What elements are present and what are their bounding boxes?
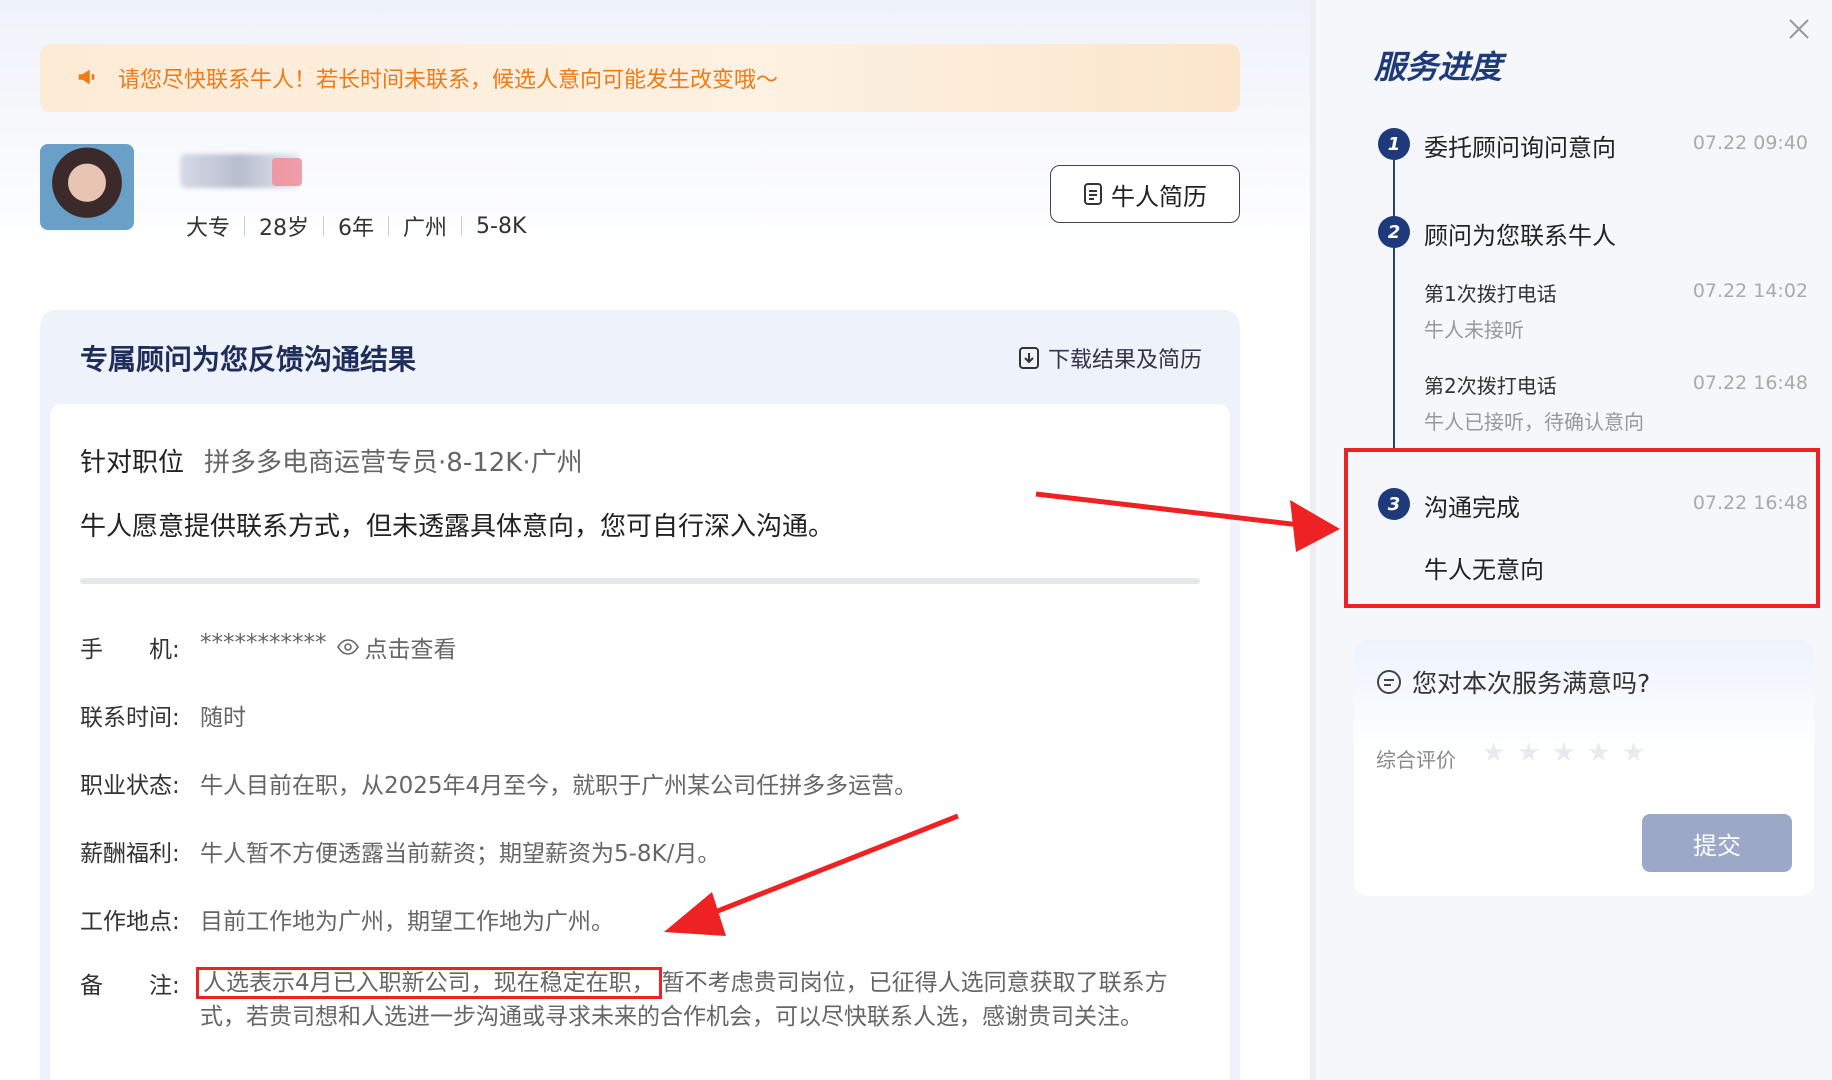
star-icon[interactable]: ★ <box>1552 740 1578 766</box>
candidate-meta: 大专 28岁 6年 广州 5-8K <box>186 210 526 242</box>
phone-row: 手 机: *********** 点击查看 <box>80 630 457 664</box>
salary-label: 薪酬福利: <box>80 841 180 867</box>
close-icon[interactable] <box>1784 14 1814 44</box>
reveal-phone-button[interactable]: 点击查看 <box>336 630 457 664</box>
star-icon[interactable]: ★ <box>1517 740 1543 766</box>
survey-question: 您对本次服务满意吗? <box>1376 664 1650 700</box>
feedback-summary: 牛人愿意提供联系方式，但未透露具体意向，您可自行深入沟通。 <box>80 512 835 542</box>
star-icon[interactable]: ★ <box>1622 740 1648 766</box>
phone-label: 手 机: <box>80 637 180 663</box>
note-highlight: 人选表示4月已入职新公司，现在稳定在职， <box>196 967 662 999</box>
megaphone-icon <box>78 69 95 85</box>
feedback-card: 专属顾问为您反馈沟通结果 下载结果及简历 针对职位 拼多多电商运营专员·8-12K… <box>40 310 1240 1080</box>
target-position: 针对职位 拼多多电商运营专员·8-12K·广州 <box>80 442 583 479</box>
download-icon <box>1018 347 1039 369</box>
divider <box>80 578 1200 584</box>
sub-step-title: 第2次拨打电话 <box>1424 374 1557 398</box>
reminder-banner: 请您尽快联系牛人！若长时间未联系，候选人意向可能发生改变哦～ <box>40 44 1240 112</box>
reveal-phone-label: 点击查看 <box>364 637 457 663</box>
contact-time-value: 随时 <box>200 705 246 731</box>
meta-divider <box>323 216 325 236</box>
star-icon[interactable]: ★ <box>1482 740 1508 766</box>
position-label: 针对职位 <box>80 448 185 478</box>
position-value: 拼多多电商运营专员·8-12K·广州 <box>204 448 583 478</box>
download-label: 下载结果及简历 <box>1047 348 1202 373</box>
sub-step-desc: 牛人已接听，待确认意向 <box>1424 410 1644 434</box>
contact-time-label: 联系时间: <box>80 705 180 731</box>
phone-value: *********** <box>200 630 327 656</box>
star-icon[interactable]: ★ <box>1587 740 1613 766</box>
step-title: 顾问为您联系牛人 <box>1424 222 1616 250</box>
meta-divider <box>244 216 246 236</box>
resume-button-label: 牛人简历 <box>1111 182 1207 211</box>
career-status-row: 职业状态: 牛人目前在职，从2025年4月至今，就职于广州某公司任拼多多运营。 <box>80 766 917 800</box>
satisfaction-survey: 您对本次服务满意吗? 综合评价 ★ ★ ★ ★ ★ 提交 <box>1354 640 1814 896</box>
service-progress-panel: 服务进度 1 委托顾问询问意向 07.22 09:40 2 顾问为您联系牛人 第… <box>1316 0 1832 1080</box>
note-label: 备 注: <box>80 973 180 999</box>
career-status-value: 牛人目前在职，从2025年4月至今，就职于广州某公司任拼多多运营。 <box>200 773 918 799</box>
progress-title: 服务进度 <box>1374 42 1503 88</box>
survey-question-text: 您对本次服务满意吗? <box>1412 669 1651 698</box>
note-row: 备 注: 人选表示4月已入职新公司，现在稳定在职， 暂不考虑贵司岗位，已征得人选同… <box>80 966 1210 1034</box>
feedback-body: 针对职位 拼多多电商运营专员·8-12K·广州 牛人愿意提供联系方式，但未透露具体… <box>50 404 1230 1080</box>
submit-button[interactable]: 提交 <box>1642 814 1792 872</box>
timeline-line <box>1393 160 1395 450</box>
step-number: 3 <box>1378 488 1410 520</box>
sub-step-desc: 牛人未接听 <box>1424 318 1524 342</box>
candidate-tag <box>272 158 302 186</box>
sub-step-time: 07.22 16:48 <box>1692 372 1808 394</box>
highlight-box <box>1344 448 1820 608</box>
contact-time-row: 联系时间: 随时 <box>80 698 246 732</box>
salary-row: 薪酬福利: 牛人暂不方便透露当前薪资；期望薪资为5-8K/月。 <box>80 834 720 868</box>
document-icon <box>1084 183 1102 205</box>
star-rating[interactable]: ★ ★ ★ ★ ★ <box>1482 740 1657 766</box>
note-value: 人选表示4月已入职新公司，现在稳定在职， 暂不考虑贵司岗位，已征得人选同意获取了联… <box>196 966 1210 1034</box>
eye-icon <box>336 639 359 655</box>
step-title: 委托顾问询问意向 <box>1424 134 1616 162</box>
sub-step-time: 07.22 14:02 <box>1692 280 1808 302</box>
feedback-title: 专属顾问为您反馈沟通结果 <box>80 343 417 376</box>
location-label: 工作地点: <box>80 909 180 935</box>
download-link[interactable]: 下载结果及简历 <box>1018 342 1202 374</box>
step-result: 牛人无意向 <box>1424 556 1544 584</box>
career-status-label: 职业状态: <box>80 773 180 799</box>
step-time: 07.22 09:40 <box>1692 132 1808 154</box>
meta-city: 广州 <box>403 216 448 241</box>
chat-icon <box>1377 670 1401 694</box>
salary-value: 牛人暂不方便透露当前薪资；期望薪资为5-8K/月。 <box>200 841 721 867</box>
step-time: 07.22 16:48 <box>1692 492 1808 514</box>
meta-salary: 5-8K <box>476 213 527 239</box>
location-row: 工作地点: 目前工作地为广州，期望工作地为广州。 <box>80 902 614 936</box>
step-number: 2 <box>1378 216 1410 248</box>
rating-label: 综合评价 <box>1376 748 1456 772</box>
meta-divider <box>388 216 390 236</box>
resume-button[interactable]: 牛人简历 <box>1050 165 1240 223</box>
step-number: 1 <box>1378 128 1410 160</box>
location-value: 目前工作地为广州，期望工作地为广州。 <box>200 909 614 935</box>
sub-step-title: 第1次拨打电话 <box>1424 282 1557 306</box>
meta-education: 大专 <box>186 216 231 241</box>
banner-text: 请您尽快联系牛人！若长时间未联系，候选人意向可能发生改变哦～ <box>118 68 779 93</box>
meta-divider <box>461 216 463 236</box>
meta-age: 28岁 <box>259 216 310 241</box>
step-title: 沟通完成 <box>1424 494 1520 522</box>
meta-experience: 6年 <box>338 216 375 241</box>
main-panel: 请您尽快联系牛人！若长时间未联系，候选人意向可能发生改变哦～ 大专 28岁 6年… <box>0 0 1310 1080</box>
avatar <box>40 144 134 230</box>
